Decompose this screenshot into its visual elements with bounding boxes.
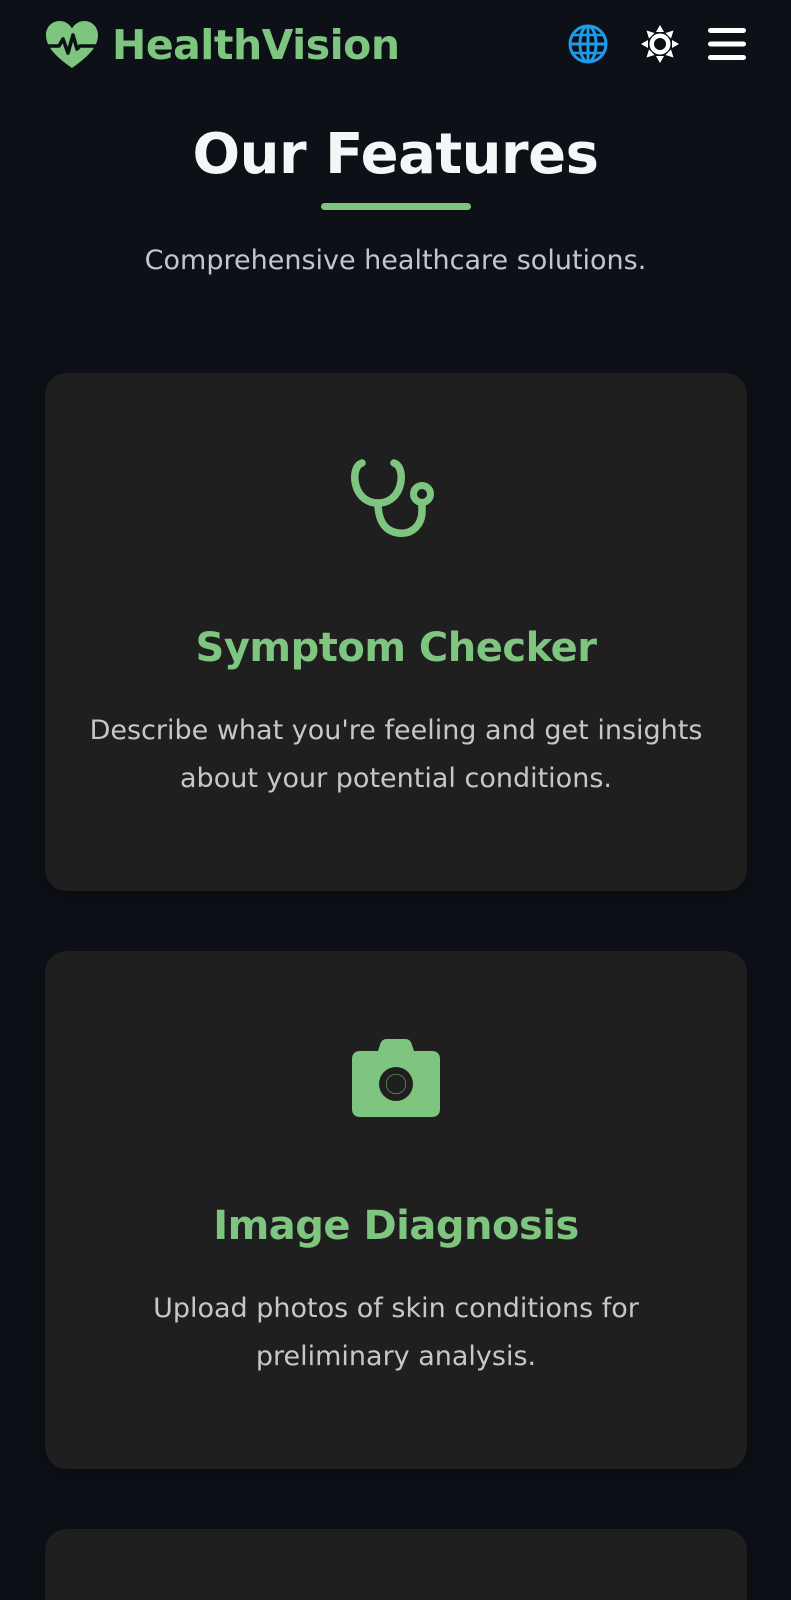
brand-link[interactable]: HealthVision: [44, 18, 400, 72]
hamburger-menu-icon: [708, 28, 746, 60]
globe-icon: [568, 24, 608, 64]
title-underline: [321, 203, 471, 210]
camera-icon: [352, 1039, 440, 1117]
feature-icon-wrapper: [45, 453, 747, 549]
sun-icon: [641, 25, 679, 63]
brand-name: HealthVision: [112, 21, 400, 69]
page-title: Our Features: [192, 122, 599, 187]
feature-card[interactable]: [45, 1529, 747, 1600]
feature-description: Describe what you're feeling and get ins…: [89, 715, 703, 794]
menu-button[interactable]: [704, 22, 750, 66]
section-subtitle: Comprehensive healthcare solutions.: [144, 245, 647, 276]
feature-card-symptom-checker[interactable]: Symptom Checker Describe what you're fee…: [45, 373, 747, 891]
feature-card-image-diagnosis[interactable]: Image Diagnosis Upload photos of skin co…: [45, 951, 747, 1469]
feature-title: Image Diagnosis: [213, 1203, 579, 1249]
heart-pulse-icon: [44, 21, 100, 68]
language-button[interactable]: [566, 22, 610, 66]
top-navbar: HealthVision: [0, 0, 791, 88]
feature-description: Upload photos of skin conditions for pre…: [153, 1293, 639, 1372]
stethoscope-icon: [351, 459, 434, 537]
feature-title: Symptom Checker: [195, 625, 597, 671]
feature-icon-wrapper: [45, 1039, 747, 1119]
theme-toggle-button[interactable]: [638, 22, 682, 66]
